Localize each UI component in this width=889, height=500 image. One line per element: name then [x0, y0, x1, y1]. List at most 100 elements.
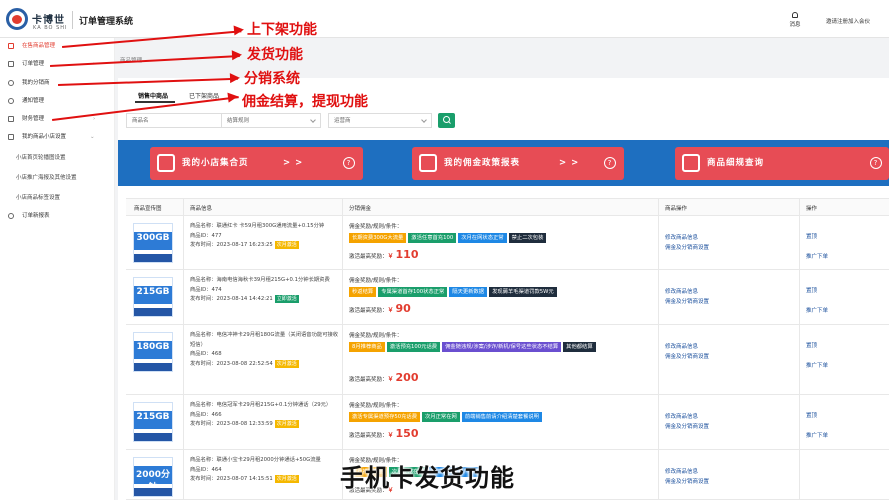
edit-product-link[interactable]: 修改商品信息 [665, 412, 709, 422]
thumbnail-text: 180GB [136, 342, 170, 352]
status-badge: 次月激活 [274, 420, 299, 428]
box-icon [8, 43, 14, 49]
product-id: 商品ID：477 [190, 232, 222, 239]
sidebar-item-products[interactable]: 在售商品管理 [0, 38, 115, 54]
commission-tags: 秒返结算 专属渠道首存100状态正常 隔天更新数据 发现薅羊毛渠道罚款5W元 [349, 287, 649, 299]
product-id: 商品ID：464 [190, 466, 222, 473]
tab-on-sale[interactable]: 销售中商品 [138, 91, 168, 100]
chevron-down-icon [421, 117, 427, 123]
annotation-distribution: 分销系统 [244, 71, 300, 87]
thumbnail-text: 215GB [136, 412, 170, 422]
product-name: 商品名称：电信冠军卡29月租215G+0.1分钟通话（29元） [190, 402, 332, 408]
promote-order-link[interactable]: 推广下单 [806, 247, 828, 267]
thumbnail-text: 300GB [136, 233, 170, 243]
commission-settings-link[interactable]: 佣金及分销商设置 [665, 297, 709, 307]
pin-link[interactable]: 置顶 [806, 281, 828, 301]
commission-tags: 8月推荐商品 激活预充100元话费 佣金随违规/涉案/涉诈/新机/保号这些状态不结算… [349, 342, 649, 354]
commission-tag: 次月在网状态正常 [458, 233, 507, 243]
product-id: 商品ID：474 [190, 286, 222, 293]
product-info: 商品名称：联通红卡 卡59月租300G通用流量+0.15分钟 商品ID：477 … [190, 222, 340, 251]
currency-symbol: ￥ [387, 376, 394, 383]
help-icon: ? [870, 157, 882, 169]
logo-text: 卡博世 [32, 15, 65, 26]
settlement-rule-placeholder: 结算规则 [227, 118, 250, 124]
commission-settings-link[interactable]: 佣金及分销商设置 [665, 422, 709, 432]
status-badge: 次月激活 [274, 475, 299, 483]
status-badge: 次月激活 [274, 241, 299, 249]
report-icon [419, 154, 437, 172]
logo-divider [72, 11, 73, 29]
sidebar-subitem-poster[interactable]: 小店推广海报及其他设置 [16, 173, 77, 181]
commission-tags: 长期资费300G大流量 激活任意首充100 次月在网状态正常 禁止二次包装 [349, 233, 649, 245]
max-reward-value: 90 [395, 302, 411, 315]
commission-settings-link[interactable]: 佣金及分销商设置 [665, 352, 709, 362]
row-actions: 置顶 推广下单 [806, 336, 828, 376]
max-reward-value: 150 [395, 427, 419, 440]
product-ops: 修改商品信息 佣金及分销商设置 [665, 467, 709, 487]
arrow-head-icon [231, 49, 243, 61]
publish-time: 发布时间：2023-08-07 14:15:51 [190, 476, 273, 482]
product-ops: 修改商品信息 佣金及分销商设置 [665, 412, 709, 432]
sidebar-item-shop-settings[interactable]: 我的商品小店设置 ⌄ [0, 129, 115, 145]
product-ops: 修改商品信息 佣金及分销商设置 [665, 287, 709, 307]
product-date: 发布时间：2023-08-14 14:42:21 立即激活 [190, 295, 340, 305]
product-rules-button[interactable]: 商品细规查询 ? [675, 147, 889, 180]
sidebar-item-label: 在售商品管理 [22, 43, 56, 49]
commission-tag: 其他都结算 [563, 342, 596, 352]
edit-product-link[interactable]: 修改商品信息 [665, 467, 709, 477]
settlement-rule-select[interactable]: 结算规则 [221, 113, 321, 128]
currency-symbol: ￥ [387, 432, 394, 439]
sidebar-item-notifications[interactable]: 通知管理 [0, 93, 115, 109]
max-reward-value: 200 [395, 371, 419, 384]
search-button[interactable] [438, 113, 455, 128]
sidebar-subitem-tags[interactable]: 小店商品标签设置 [16, 193, 60, 201]
row-actions: 置顶 推广下单 [806, 281, 828, 321]
max-reward-label: 激活最高奖励： [349, 433, 388, 439]
commission-tag: 秒返结算 [349, 287, 377, 297]
product-name-input[interactable]: 商品名 [126, 113, 224, 128]
commission-tag: 禁止二次包装 [508, 233, 547, 243]
pin-link[interactable]: 置顶 [806, 406, 828, 426]
pin-link[interactable]: 置顶 [806, 227, 828, 247]
shop-collection-button[interactable]: 我的小店集合页 > > ? [150, 147, 363, 180]
commission-title: 佣金奖励/规则/条件： [349, 224, 403, 230]
status-badge: 次月激活 [274, 359, 299, 368]
max-reward-label: 激活最高奖励： [349, 377, 388, 383]
publish-time: 发布时间：2023-08-14 14:42:21 [190, 296, 273, 302]
edit-product-link[interactable]: 修改商品信息 [665, 233, 709, 243]
banner-button-label: 我的小店集合页 [182, 158, 249, 168]
commission-tags: 激活专属渠道预存50充话费 次月正常在网 前端销售前请介绍清楚套餐说明 [349, 412, 649, 424]
sidebar-item-label: 通知管理 [22, 98, 45, 104]
commission-settings-link[interactable]: 佣金及分销商设置 [665, 477, 709, 487]
commission-tag: 次月正常在网 [422, 412, 460, 422]
arrow-head-icon [229, 72, 241, 84]
user-menu[interactable]: 邀请注册加入会伙 [826, 17, 870, 25]
product-info: 商品名称：海南电信海秋卡39月租215G+0.1分钟长期资费 商品ID：474 … [190, 276, 340, 305]
product-name: 商品名称：联通红卡 卡59月租300G通用流量+0.15分钟 [190, 223, 325, 229]
page: 卡博世 KA BO SHI 订单管理系统 消息 邀请注册加入会伙 在售商品管理 … [0, 0, 889, 500]
commission-settings-link[interactable]: 佣金及分销商设置 [665, 243, 709, 253]
sidebar-item-report[interactable]: 订单新报表 [0, 208, 115, 224]
banner-button-label: 我的佣金政策报表 [444, 158, 521, 168]
max-reward-value: 110 [395, 248, 419, 261]
edit-product-link[interactable]: 修改商品信息 [665, 287, 709, 297]
pin-link[interactable]: 置顶 [806, 336, 828, 356]
messages-button[interactable]: 消息 [785, 12, 805, 28]
mail-icon [682, 154, 700, 172]
commission-tag: 激活任意首充100 [408, 233, 457, 243]
promote-order-link[interactable]: 推广下单 [806, 301, 828, 321]
sidebar-subitem-carousel[interactable]: 小店首页轮播图设置 [16, 153, 66, 161]
carrier-select[interactable]: 运营商 [328, 113, 432, 128]
product-id: 商品ID：468 [190, 351, 222, 357]
promote-order-link[interactable]: 推广下单 [806, 356, 828, 376]
user-icon [8, 80, 14, 86]
currency-symbol: ￥ [387, 307, 394, 314]
image-icon [157, 154, 175, 172]
edit-product-link[interactable]: 修改商品信息 [665, 342, 709, 352]
product-date: 发布时间：2023-08-08 12:33:59 次月激活 [190, 420, 340, 430]
col-header-actions: 操作 [806, 206, 818, 212]
max-reward: 激活最高奖励：￥ 150 [349, 427, 419, 440]
promote-order-link[interactable]: 推广下单 [806, 426, 828, 446]
commission-report-button[interactable]: 我的佣金政策报表 > > ? [412, 147, 624, 180]
max-reward-label: 激活最高奖励： [349, 308, 388, 314]
